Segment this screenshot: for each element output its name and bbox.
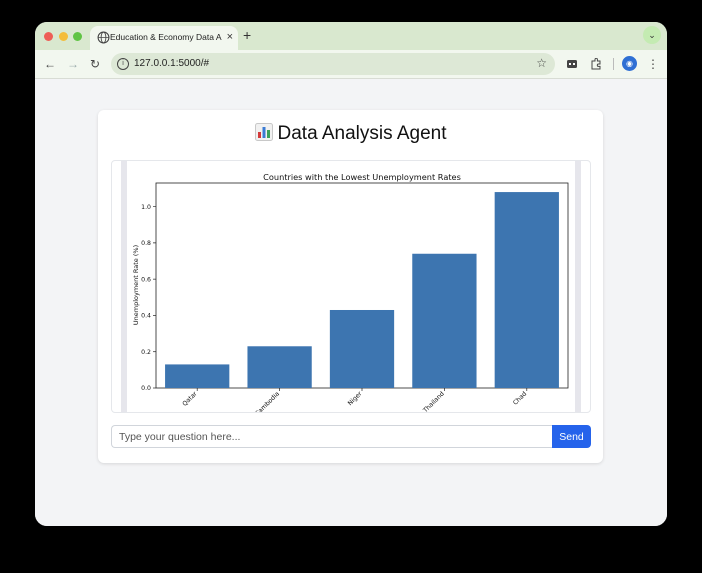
tab-active[interactable]: Education & Economy Data A × (90, 26, 238, 50)
close-window-button[interactable] (44, 32, 53, 41)
page-title: Data Analysis Agent (98, 123, 603, 145)
bar (165, 364, 230, 388)
agent-card: Data Analysis Agent Countries with the L… (98, 110, 603, 463)
minimize-window-button[interactable] (59, 32, 68, 41)
browser-toolbar: ← → ↻ i 127.0.0.1:5000/# ☆ ◉ ⋮ (35, 50, 667, 79)
bar-chart-icon (254, 123, 273, 141)
bar (329, 309, 395, 388)
bar (247, 346, 312, 388)
extension-icon[interactable] (566, 58, 578, 70)
send-button[interactable]: Send (552, 425, 591, 448)
toolbar-divider (613, 58, 614, 70)
address-bar[interactable]: i 127.0.0.1:5000/# ☆ (111, 53, 555, 75)
page-title-text: Data Analysis Agent (277, 123, 447, 144)
bar (412, 253, 477, 388)
chart-title: Countries with the Lowest Unemployment R… (263, 172, 461, 182)
chart-container: Countries with the Lowest Unemployment R… (111, 160, 591, 413)
y-tick-label: 0.6 (141, 276, 151, 283)
question-input[interactable] (111, 425, 554, 448)
kebab-icon[interactable]: ⋮ (647, 56, 659, 72)
question-form: Send (111, 425, 591, 448)
bar-chart: Countries with the Lowest Unemployment R… (121, 161, 581, 412)
y-tick-label: 0.4 (141, 313, 151, 320)
reload-icon[interactable]: ↻ (90, 56, 100, 72)
forward-icon[interactable]: → (67, 56, 79, 72)
profile-icon[interactable]: ◉ (622, 56, 637, 71)
bar (494, 192, 559, 388)
page-viewport: Data Analysis Agent Countries with the L… (35, 79, 667, 526)
y-tick-label: 0.2 (141, 349, 151, 356)
url-text[interactable]: 127.0.0.1:5000/# (134, 58, 209, 69)
tab-close-icon[interactable]: × (227, 30, 233, 44)
puzzle-icon[interactable] (590, 58, 602, 70)
maximize-window-button[interactable] (73, 32, 82, 41)
y-tick-label: 1.0 (141, 204, 151, 211)
star-icon[interactable]: ☆ (536, 56, 547, 70)
globe-icon (97, 31, 110, 44)
new-tab-button[interactable]: + (243, 27, 251, 43)
browser-window: Education & Economy Data A × + ⌄ ← → ↻ i… (35, 22, 667, 526)
back-icon[interactable]: ← (44, 56, 56, 72)
y-axis-label: Unemployment Rate (%) (132, 245, 140, 325)
y-tick-label: 0.8 (141, 240, 151, 247)
info-icon[interactable]: i (117, 58, 129, 70)
tab-strip: Education & Economy Data A × + ⌄ (35, 22, 667, 50)
tab-search-icon[interactable]: ⌄ (643, 26, 661, 44)
y-tick-label: 0.0 (141, 385, 151, 392)
tab-title: Education & Economy Data A (110, 32, 222, 42)
